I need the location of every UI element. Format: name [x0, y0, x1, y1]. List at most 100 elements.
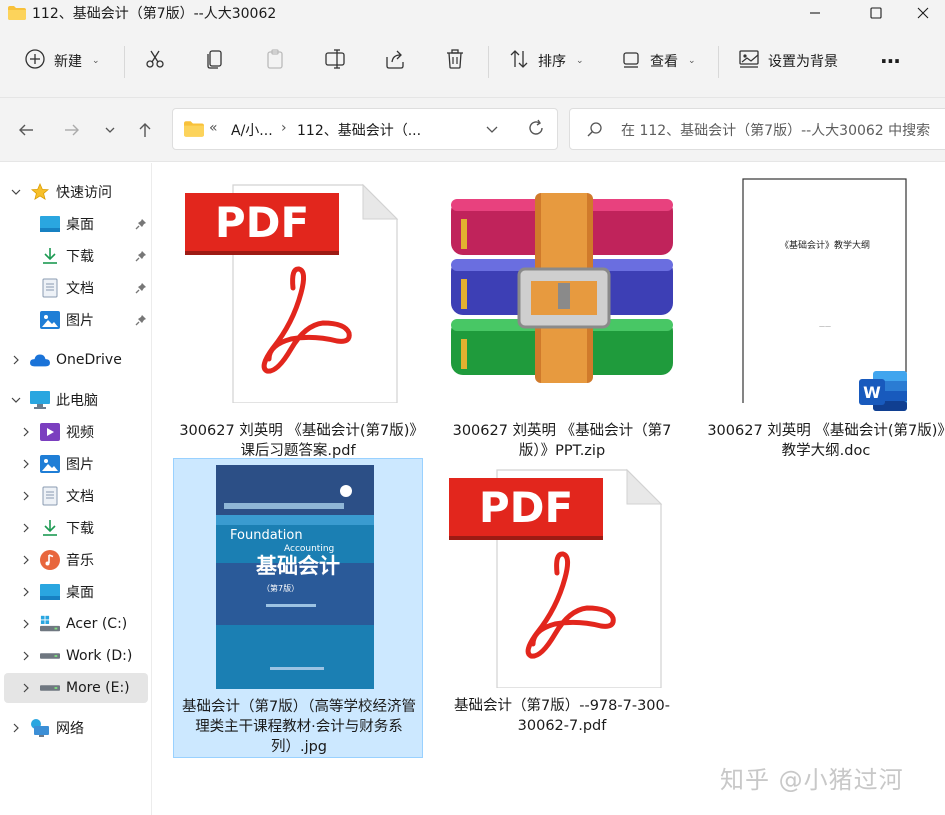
- refresh-icon[interactable]: [526, 118, 546, 142]
- music-icon: [40, 550, 60, 570]
- file-item-doc[interactable]: 《基础会计》教学大纲 —— W 300627 刘英明 《基础会计(第7版)》教学…: [701, 173, 945, 473]
- pin-icon[interactable]: [134, 249, 148, 263]
- chevron-right-icon[interactable]: [20, 586, 32, 598]
- view-icon: [620, 48, 642, 74]
- maximize-button[interactable]: [853, 0, 899, 26]
- sidebar-item-pictures[interactable]: 图片: [4, 449, 148, 479]
- sidebar-item-pictures[interactable]: 图片: [4, 305, 148, 335]
- set-background-button[interactable]: 设置为背景: [738, 44, 838, 78]
- drive-icon: [40, 678, 60, 698]
- sort-label: 排序: [538, 54, 566, 70]
- book-cover-thumbnail: Foundation Accounting 基础会计 （第7版）: [174, 459, 424, 689]
- sidebar-item-desktop[interactable]: 桌面: [4, 577, 148, 607]
- chevron-right-icon[interactable]: [10, 354, 22, 366]
- sidebar-item-documents[interactable]: 文档: [4, 481, 148, 511]
- computer-icon: [30, 390, 50, 410]
- sidebar-item-this-pc[interactable]: 此电脑: [4, 385, 148, 415]
- file-item-jpg[interactable]: Foundation Accounting 基础会计 （第7版） 基础会计（第7…: [173, 458, 423, 758]
- sidebar-item-label: More (E:): [66, 680, 130, 696]
- breadcrumb-separator[interactable]: ›: [281, 120, 287, 136]
- copy-button[interactable]: [204, 44, 226, 78]
- pdf-badge: PDF: [215, 198, 309, 247]
- chevron-down-icon[interactable]: [484, 119, 500, 143]
- sidebar-item-drive-c[interactable]: Acer (C:): [4, 609, 148, 639]
- scissors-icon: [144, 48, 166, 74]
- document-icon: [40, 278, 60, 298]
- delete-button[interactable]: [444, 44, 466, 78]
- sidebar-item-music[interactable]: 音乐: [4, 545, 148, 575]
- star-icon: [30, 182, 50, 202]
- minimize-button[interactable]: [792, 0, 838, 26]
- paste-button[interactable]: [264, 44, 286, 78]
- chevron-down-icon[interactable]: [10, 186, 22, 198]
- navigation-pane: 快速访问 桌面 下载 文档 图片 OneDrive 此电脑 视频 图片 文档 下…: [0, 163, 152, 815]
- pdf-thumbnail: PDF: [173, 173, 423, 404]
- trash-icon: [444, 48, 466, 74]
- up-button[interactable]: [133, 118, 157, 142]
- sidebar-item-documents[interactable]: 文档: [4, 273, 148, 303]
- new-button[interactable]: 新建 ⌄: [24, 44, 100, 78]
- sidebar-item-label: 桌面: [66, 217, 94, 233]
- chevron-down-icon[interactable]: [10, 394, 22, 406]
- sidebar-item-drive-d[interactable]: Work (D:): [4, 641, 148, 671]
- sidebar-item-downloads[interactable]: 下载: [4, 241, 148, 271]
- sidebar-item-videos[interactable]: 视频: [4, 417, 148, 447]
- more-options-button[interactable]: ···: [880, 44, 901, 78]
- chevron-right-icon[interactable]: [10, 722, 22, 734]
- breadcrumb-segment[interactable]: A/小...: [231, 120, 273, 140]
- chevron-right-icon[interactable]: [20, 426, 32, 438]
- back-button[interactable]: [14, 118, 38, 142]
- chevron-right-icon[interactable]: [20, 682, 32, 694]
- file-list: PDF 300627 刘英明 《基础会计(第7版)》课后习题答案.pdf 300…: [153, 163, 945, 815]
- sidebar-item-quick-access[interactable]: 快速访问: [4, 177, 148, 207]
- sidebar-item-onedrive[interactable]: OneDrive: [4, 345, 148, 375]
- chevron-right-icon[interactable]: [20, 618, 32, 630]
- chevron-down-icon: ⌄: [92, 56, 100, 66]
- sidebar-item-label: 视频: [66, 425, 94, 441]
- file-name: 300627 刘英明 《基础会计(第7版)》课后习题答案.pdf: [179, 423, 417, 459]
- chevron-right-icon[interactable]: [20, 490, 32, 502]
- cut-button[interactable]: [144, 44, 166, 78]
- pictures-icon: [40, 454, 60, 474]
- rename-button[interactable]: [324, 44, 346, 78]
- sidebar-item-label: Acer (C:): [66, 616, 128, 632]
- chevron-right-icon[interactable]: [20, 554, 32, 566]
- chevron-right-icon[interactable]: [20, 458, 32, 470]
- file-item-zip[interactable]: 300627 刘英明 《基础会计（第7版）》PPT.zip: [437, 173, 687, 473]
- download-icon: [40, 246, 60, 266]
- breadcrumb-segment[interactable]: 112、基础会计（...: [297, 120, 421, 140]
- file-item-pdf[interactable]: PDF 基础会计（第7版）--978-7-300-30062-7.pdf: [437, 458, 687, 758]
- pin-icon[interactable]: [134, 217, 148, 231]
- file-item-pdf[interactable]: PDF 300627 刘英明 《基础会计(第7版)》课后习题答案.pdf: [173, 173, 423, 473]
- overflow-breadcrumb-icon[interactable]: «: [209, 120, 218, 136]
- close-button[interactable]: [900, 0, 945, 26]
- divider: [718, 46, 719, 78]
- svg-text:W: W: [863, 383, 881, 402]
- sidebar-item-downloads[interactable]: 下载: [4, 513, 148, 543]
- cloud-icon: [30, 350, 50, 370]
- pin-icon[interactable]: [134, 313, 148, 327]
- chevron-right-icon[interactable]: [20, 522, 32, 534]
- cover-title-cn: 基础会计: [256, 553, 340, 578]
- set-background-label: 设置为背景: [768, 54, 838, 70]
- forward-button[interactable]: [60, 118, 84, 142]
- pin-icon[interactable]: [134, 281, 148, 295]
- document-thumbnail: 《基础会计》教学大纲 ——: [701, 173, 945, 408]
- command-bar: 新建 ⌄ 排序 ⌄ 查看 ⌄ 设置为背景 ···: [0, 26, 945, 98]
- sort-button[interactable]: 排序 ⌄: [508, 44, 584, 78]
- address-bar[interactable]: « A/小... › 112、基础会计（...: [172, 108, 558, 150]
- search-input[interactable]: 在 112、基础会计（第7版）--人大30062 中搜索: [569, 108, 945, 150]
- recent-locations-button[interactable]: [98, 118, 122, 142]
- divider: [488, 46, 489, 78]
- share-button[interactable]: [384, 44, 406, 78]
- chevron-right-icon[interactable]: [20, 650, 32, 662]
- view-button[interactable]: 查看 ⌄: [620, 44, 696, 78]
- sidebar-item-desktop[interactable]: 桌面: [4, 209, 148, 239]
- sidebar-item-network[interactable]: 网络: [4, 713, 148, 743]
- sidebar-item-label: 网络: [56, 721, 84, 737]
- more-label: ···: [880, 49, 901, 73]
- sidebar-item-label: 图片: [66, 457, 94, 473]
- sidebar-item-drive-e[interactable]: More (E:): [4, 673, 148, 703]
- view-label: 查看: [650, 54, 678, 70]
- pictures-icon: [40, 310, 60, 330]
